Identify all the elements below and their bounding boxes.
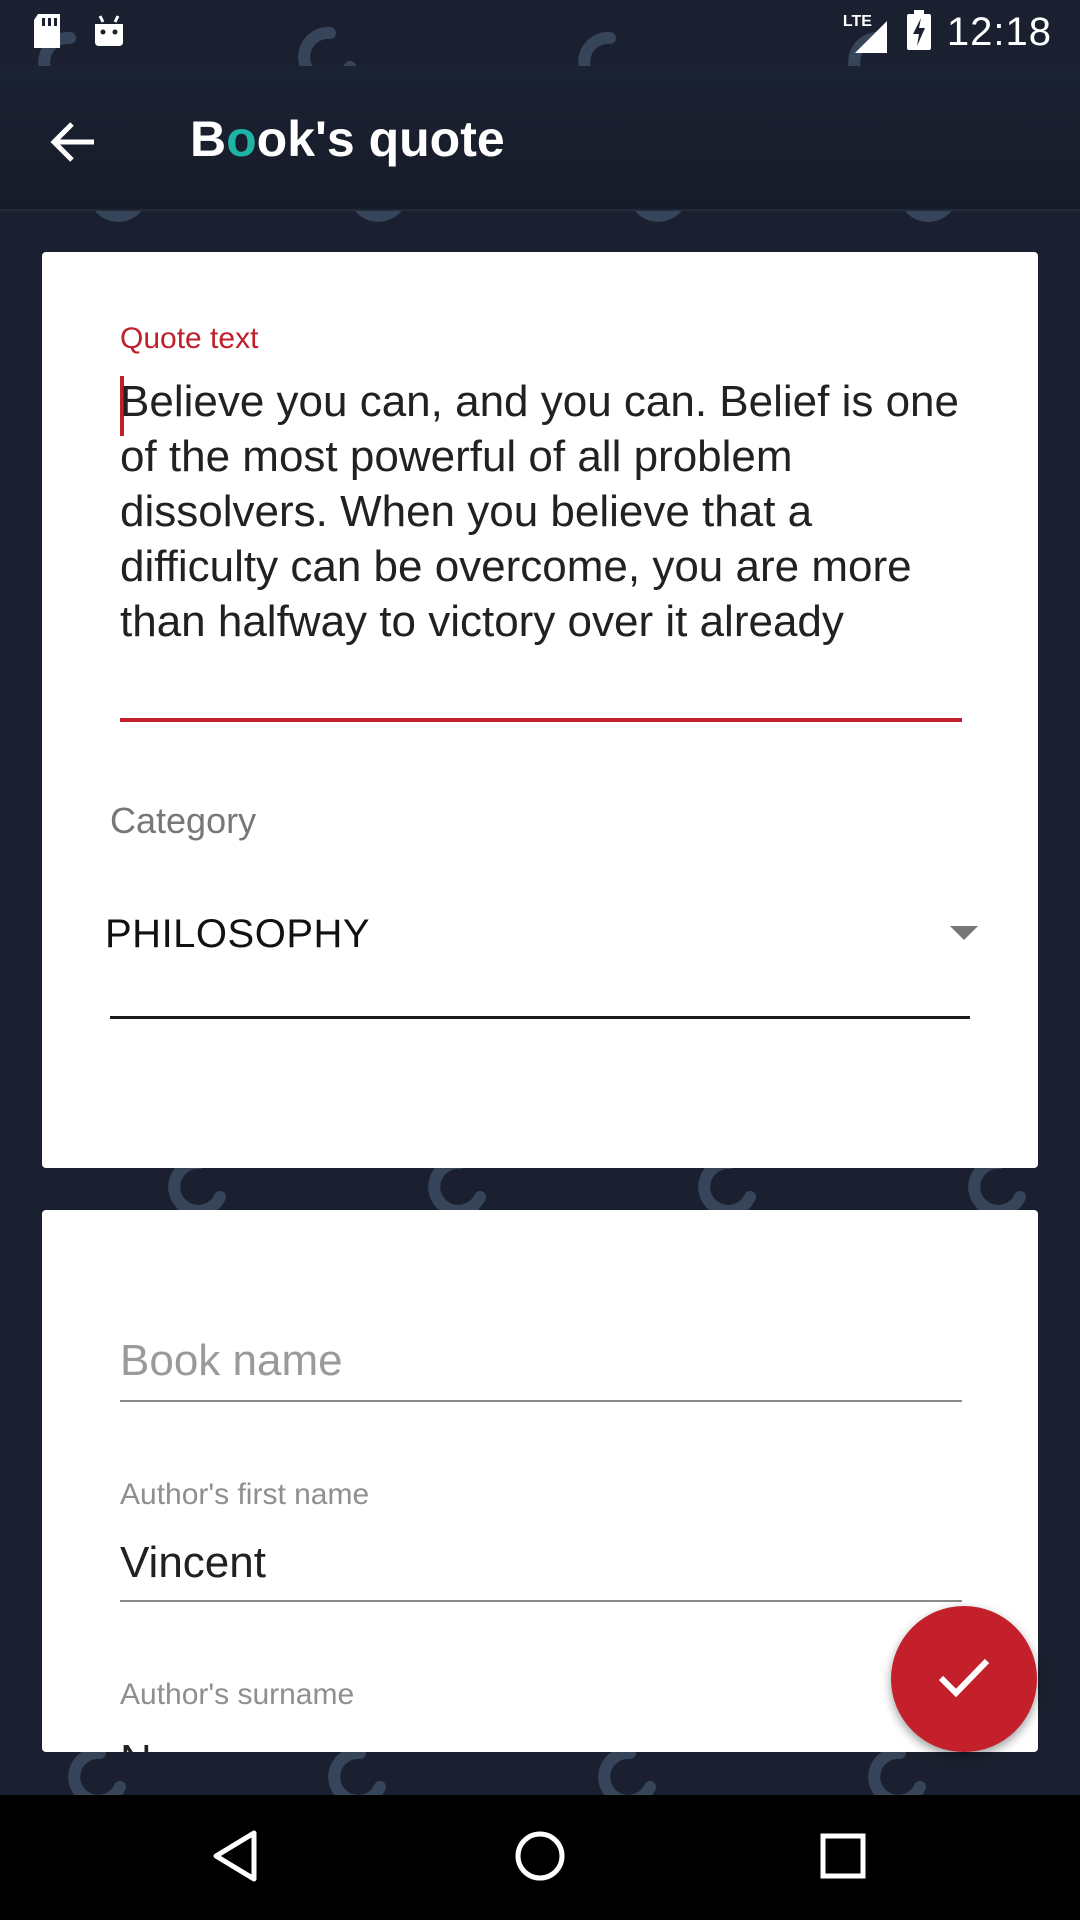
title-suffix: ok's quote <box>256 111 505 167</box>
first-name-underline <box>120 1600 962 1602</box>
arrow-back-icon <box>50 120 98 169</box>
recents-square-icon <box>818 1831 868 1886</box>
title-prefix: B <box>190 111 227 167</box>
dropdown-arrow-icon[interactable] <box>950 926 978 940</box>
category-underline <box>110 1016 970 1019</box>
quote-card: Quote text Believe you can, and you can.… <box>42 252 1038 1168</box>
back-triangle-icon <box>210 1829 260 1888</box>
back-button[interactable] <box>38 108 110 180</box>
nav-home-button[interactable] <box>505 1823 575 1893</box>
save-fab-button[interactable] <box>891 1606 1037 1752</box>
android-icon <box>92 12 126 55</box>
book-name-input[interactable]: Book name <box>120 1336 343 1386</box>
nav-recents-button[interactable] <box>808 1823 878 1893</box>
battery-charging-icon <box>905 8 933 57</box>
first-name-label: Author's first name <box>120 1478 370 1511</box>
book-name-underline <box>120 1400 962 1402</box>
page-title: Book's quote <box>190 110 505 168</box>
status-time: 12:18 <box>946 10 1052 54</box>
status-bar: LTE 12:18 <box>0 0 1080 66</box>
nav-back-button[interactable] <box>200 1823 270 1893</box>
book-card: Book name Author's first name Vincent Au… <box>42 1210 1038 1752</box>
quote-text-label: Quote text <box>120 322 259 355</box>
surname-input[interactable]: N <box>120 1736 152 1752</box>
title-accent: o <box>226 111 257 167</box>
home-circle-icon <box>513 1829 567 1888</box>
quote-text-underline <box>120 718 962 722</box>
app-bar: Book's quote <box>0 66 1080 211</box>
signal-icon: LTE <box>841 11 891 55</box>
first-name-input[interactable]: Vincent <box>120 1538 266 1588</box>
quote-text-input[interactable]: Believe you can, and you can. Belief is … <box>120 374 962 649</box>
check-icon <box>937 1656 991 1703</box>
category-label: Category <box>110 800 257 841</box>
surname-label: Author's surname <box>120 1678 355 1711</box>
sd-card-icon <box>30 12 64 55</box>
navigation-bar <box>0 1795 1080 1920</box>
category-value: PHILOSOPHY <box>105 912 371 956</box>
